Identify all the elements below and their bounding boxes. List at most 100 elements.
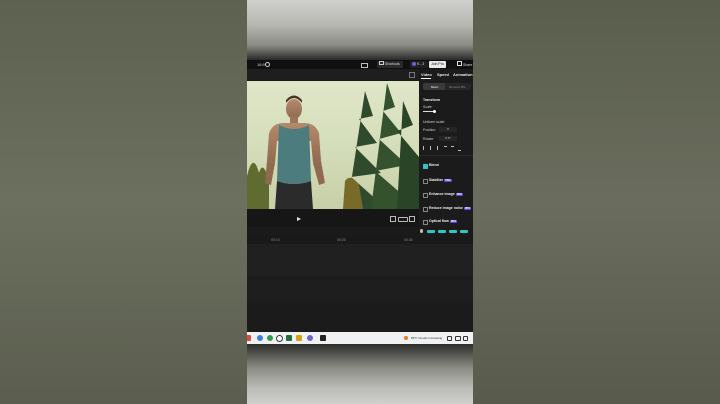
share-button[interactable]: Share [455, 61, 473, 68]
optical-flow-row: Optical flow PRO [429, 219, 458, 223]
background-right [473, 0, 720, 404]
align-toolbar [423, 146, 473, 151]
reduce-noise-checkbox[interactable] [423, 207, 428, 212]
track-toggle-2[interactable] [438, 229, 446, 233]
audio-track[interactable] [247, 279, 473, 301]
volume-icon[interactable] [463, 336, 468, 341]
track-toggle-3[interactable] [449, 229, 457, 233]
enhance-pro-badge: PRO [455, 193, 464, 196]
blend-checkbox[interactable] [423, 164, 428, 169]
rotate-field[interactable]: 0.0° [439, 136, 457, 141]
position-field[interactable]: 0 [439, 127, 457, 132]
phone-frame: 16:9 Shortcuts K...3 Join Pro Share Vide… [247, 0, 473, 404]
panel-tabs: Video Speed Animation [419, 69, 473, 80]
player-header [247, 69, 419, 80]
avatar [412, 62, 416, 67]
app-icon-purple[interactable] [307, 335, 313, 341]
reduce-noise-pro-badge: PRO [463, 207, 472, 210]
align-left-icon[interactable] [423, 146, 427, 150]
position-label: Position [423, 128, 436, 132]
fullscreen-icon[interactable] [409, 216, 415, 222]
stabilize-row: Stabilize PRO [429, 178, 452, 182]
align-top-icon[interactable] [444, 146, 447, 151]
optical-flow-pro-badge: PRO [449, 220, 458, 223]
empty-track[interactable] [247, 304, 473, 332]
player-controls [247, 209, 419, 227]
system-tray-icon[interactable] [447, 336, 452, 341]
player-menu-icon[interactable] [409, 72, 415, 78]
video-editor-app: 16:9 Shortcuts K...3 Join Pro Share Vide… [247, 60, 473, 332]
tab-animation[interactable]: Animation [453, 72, 473, 77]
blend-label: Blend [429, 163, 439, 167]
person-head [286, 99, 302, 119]
scale-label: Scale [423, 105, 432, 109]
ruler-tick-2: 00:20 [337, 238, 346, 242]
person-tank-top [277, 125, 311, 184]
shortcuts-button[interactable]: Shortcuts [377, 61, 403, 68]
tab-video[interactable]: Video [421, 72, 432, 77]
active-app-icon[interactable] [320, 335, 326, 341]
upgrade-button[interactable]: Join Pro [429, 61, 446, 68]
timeline-ruler[interactable]: 00:10 00:20 00:30 [247, 236, 473, 244]
files-icon[interactable] [296, 335, 302, 341]
uniform-scale-label: Uniform scale [423, 120, 445, 124]
segment-basic[interactable]: Basic [423, 83, 445, 90]
fit-icon[interactable] [390, 216, 396, 222]
stabilize-checkbox[interactable] [423, 179, 428, 184]
share-icon [457, 61, 462, 66]
share-label: Share [463, 63, 473, 67]
aspect-ratio-label[interactable]: 16:9 [257, 62, 265, 67]
tab-speed[interactable]: Speed [437, 72, 449, 77]
stabilize-label: Stabilize [429, 178, 444, 182]
wifi-icon[interactable] [455, 336, 461, 341]
rotate-label: Rotate [423, 137, 434, 141]
blurred-top-area [247, 0, 473, 60]
background-left [0, 0, 247, 404]
track-toggle-4[interactable] [460, 229, 468, 233]
properties-panel: Video Speed Animation Basic Remove BG Tr… [419, 69, 473, 237]
scale-slider-handle[interactable] [433, 109, 436, 113]
weather-text[interactable]: 85°F Clouds Increasing [411, 336, 442, 340]
app-icon-red[interactable] [247, 335, 251, 341]
segment-basic-label: Basic [431, 84, 439, 89]
bush-left [247, 162, 269, 209]
play-icon[interactable] [297, 217, 301, 221]
capcut-taskbar-icon[interactable] [276, 335, 283, 342]
align-bottom-icon[interactable] [458, 146, 461, 151]
reduce-noise-row: Reduce image noise PRO [429, 206, 472, 210]
account-button[interactable]: K...3 [410, 61, 428, 68]
enhance-row: Enhance image PRO [429, 192, 464, 196]
shortcuts-label: Shortcuts [385, 62, 400, 66]
blurred-bottom-area [247, 344, 473, 404]
top-bar: 16:9 Shortcuts K...3 Join Pro Share [247, 60, 473, 69]
align-middle-icon[interactable] [451, 146, 454, 151]
align-right-icon[interactable] [437, 146, 441, 150]
segment-remove-bg[interactable]: Remove BG [449, 85, 465, 89]
microphone-icon[interactable] [420, 229, 423, 233]
excel-icon[interactable] [286, 335, 292, 341]
timeline-toolbar [247, 227, 473, 236]
edge-icon[interactable] [257, 335, 263, 341]
enhance-checkbox[interactable] [423, 193, 428, 198]
divider [419, 155, 473, 156]
windows-taskbar: 85°F Clouds Increasing [247, 332, 473, 344]
ratio-icon [265, 62, 270, 67]
reduce-noise-label: Reduce image noise [429, 206, 463, 210]
video-player [247, 69, 419, 227]
video-track[interactable] [247, 244, 473, 276]
stabilize-pro-badge: PRO [444, 179, 452, 182]
weather-icon [404, 336, 408, 340]
chrome-icon[interactable] [267, 335, 273, 341]
keyboard-icon [379, 61, 384, 65]
user-label: K...3 [416, 62, 425, 66]
ratio-button[interactable] [398, 217, 408, 222]
align-center-icon[interactable] [430, 146, 434, 150]
mode-segment: Basic Remove BG [423, 83, 471, 90]
ruler-tick-1: 00:10 [271, 238, 280, 242]
pine-tree-3 [397, 101, 419, 209]
enhance-label: Enhance image [429, 192, 455, 196]
layout-icon[interactable] [361, 62, 368, 68]
active-tab-indicator [421, 78, 431, 79]
optical-flow-checkbox[interactable] [423, 220, 428, 225]
track-toggle-1[interactable] [427, 229, 435, 233]
